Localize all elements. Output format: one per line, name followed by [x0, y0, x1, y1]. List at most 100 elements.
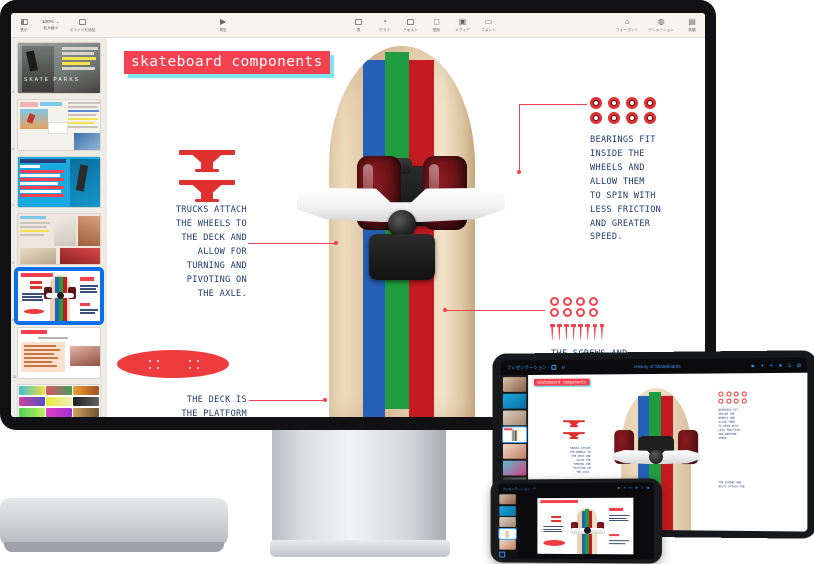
bearings-icon-group	[590, 97, 659, 124]
page-title[interactable]: skateboard components	[124, 51, 330, 74]
ipad-thumb-5[interactable]	[502, 444, 527, 459]
annotation-deck[interactable]: THE DECK IS THE PLATFORM	[131, 394, 247, 417]
screw-icon	[592, 324, 598, 340]
iphone-add-slide-button[interactable]	[499, 551, 506, 558]
play-icon[interactable]: ▶	[618, 486, 620, 490]
iphone-thumb-5[interactable]	[499, 539, 516, 550]
toolbar-right-group: ⌂ フォーマット ◍ アニメーション ▤ 書類	[611, 13, 705, 38]
chart-button[interactable]: ◔ グラフ	[372, 18, 398, 33]
text-label: テキスト	[403, 27, 418, 32]
iphone-thumb-2[interactable]	[499, 505, 516, 516]
bolt-icon	[563, 297, 572, 306]
screw-icon	[571, 324, 576, 340]
add-slide-button[interactable]: スライドを追加	[65, 18, 101, 33]
slide-thumb-wrap[interactable]: 9	[12, 267, 104, 325]
zoom-control[interactable]: 100% ⌄ 拡大縮小	[37, 18, 65, 30]
insert-icon[interactable]: ✛	[769, 362, 773, 368]
more-icon[interactable]: ⊙	[788, 362, 792, 368]
ipad-presentation-label[interactable]: プレゼンテーション	[507, 364, 547, 370]
sidebar-item-slide-photo-collage[interactable]	[17, 213, 101, 265]
chart-label: グラフ	[379, 27, 391, 32]
shape-button[interactable]: ◻ 図形	[424, 18, 450, 33]
iphone-slide-navigator[interactable]	[498, 493, 518, 559]
ipad-thumb-2[interactable]	[502, 393, 527, 409]
display-stand-neck	[272, 424, 446, 544]
sidebar-item-slide-skate-parks[interactable]: SKATE PARKS	[17, 42, 101, 94]
sidebar-item-slide-text-and-photo[interactable]	[17, 327, 101, 379]
display-stand-foot	[270, 540, 450, 557]
skateboard-photo	[297, 38, 505, 417]
ipad-slide-title[interactable]: skateboard components	[533, 378, 590, 386]
format-icon[interactable]: ✦	[624, 486, 627, 490]
slide-thumb-wrap[interactable]: 10	[12, 327, 104, 379]
ipad-thumb-3[interactable]	[502, 410, 527, 426]
sidebar-item-slide-skateboard-components[interactable]	[14, 267, 104, 325]
bearing-icon	[626, 112, 638, 124]
iphone-thumb-3[interactable]	[499, 517, 516, 527]
sidebar-icon[interactable]	[551, 364, 557, 370]
table-button[interactable]: 表	[346, 18, 372, 33]
document-icon[interactable]: ▤	[647, 486, 650, 490]
mac-mini-body	[0, 498, 228, 546]
media-icon: ▣	[458, 17, 467, 27]
add-slide-icon	[79, 18, 87, 27]
leader-dot-deck	[323, 398, 327, 402]
collaborate-icon[interactable]: ❀	[778, 362, 782, 368]
baseplate-lower	[369, 234, 435, 280]
play-button[interactable]: ▶ 再生	[210, 18, 236, 33]
animate-icon: ◍	[657, 17, 665, 27]
ipad-thumb-6[interactable]	[502, 460, 527, 476]
bolt-icon	[576, 308, 585, 317]
slide-thumb-wrap[interactable]: 8	[12, 213, 104, 265]
format-icon[interactable]: ✦	[760, 362, 764, 368]
media-button[interactable]: ▣ メディア	[450, 18, 476, 33]
iphone-editor	[498, 492, 654, 560]
document-icon: ▤	[688, 17, 696, 27]
iphone-thumb-1[interactable]	[499, 494, 516, 505]
toolbar-play-group: ▶ 再生	[210, 13, 236, 38]
document-button[interactable]: ▤ 書類	[679, 18, 705, 33]
sidebar-item-slide-blue-chart[interactable]	[17, 156, 101, 208]
annotation-trucks[interactable]: TRUCKS ATTACH THE WHEELS TO THE DECK AND…	[131, 204, 247, 301]
play-icon[interactable]: ▶	[752, 363, 756, 369]
iphone-thumb-4-selected[interactable]	[498, 527, 517, 540]
zoom-percent: 100%	[42, 18, 54, 24]
slide-number: 7	[12, 204, 14, 208]
document-icon[interactable]: ▤	[797, 362, 801, 368]
text-button[interactable]: テキスト	[398, 18, 424, 33]
ipad-thumb-1[interactable]	[502, 377, 527, 392]
ipad-thumb-4-selected[interactable]	[502, 426, 528, 444]
bolt-icon	[550, 308, 559, 317]
comment-button[interactable]: ▭ コメント	[476, 18, 502, 33]
slide-thumb-wrap[interactable]: SKATE PARKS 5	[12, 42, 104, 94]
annotation-bearings[interactable]: BEARINGS FIT INSIDE THE WHEELS AND ALLOW…	[590, 134, 705, 245]
ipad-kingpin	[649, 449, 663, 465]
ipad-annotation-trucks: TRUCKS ATTACH THE WHEELS TO THE DECK AND…	[569, 445, 591, 475]
slide-thumb-wrap[interactable]: 7	[12, 156, 104, 208]
view-button[interactable]: 表示	[11, 18, 37, 33]
more-icon[interactable]: ⊙	[641, 486, 644, 490]
format-icon: ⌂	[624, 17, 630, 27]
screw-icon	[585, 324, 590, 340]
slide-thumb-wrap[interactable]: 11	[17, 384, 104, 417]
animate-button[interactable]: ◍ アニメーション	[643, 18, 679, 33]
insert-icon[interactable]: ✛	[629, 486, 632, 490]
zoom-icon[interactable]: ⊙	[533, 486, 536, 490]
sidebar-item-slide-deck-grid[interactable]	[17, 384, 101, 417]
view-label: 表示	[20, 27, 28, 32]
bolt-icon	[589, 297, 598, 306]
slide-number: 9	[12, 318, 14, 322]
zoom-icon[interactable]: ⊖	[561, 364, 565, 370]
format-button[interactable]: ⌂ フォーマット	[611, 18, 643, 33]
slide-thumb-wrap[interactable]: 6	[12, 99, 104, 151]
collaborate-icon[interactable]: ❀	[635, 486, 638, 490]
iphone-slide-content	[537, 497, 634, 555]
toolbar-insert-group: 表 ◔ グラフ テキスト ◻ 図形 ▣ メディア ▭ コメント	[346, 13, 502, 38]
table-icon	[355, 18, 363, 27]
sidebar-item-slide-surf-photos[interactable]	[17, 99, 101, 151]
table-label: 表	[356, 27, 361, 32]
slide-navigator[interactable]: SKATE PARKS 5 6 7 8 9 10	[11, 38, 107, 417]
iphone-presentation-label[interactable]: プレゼンテーション	[502, 486, 530, 491]
slide-number: 6	[12, 147, 14, 151]
iphone-slide-canvas[interactable]	[517, 492, 654, 560]
